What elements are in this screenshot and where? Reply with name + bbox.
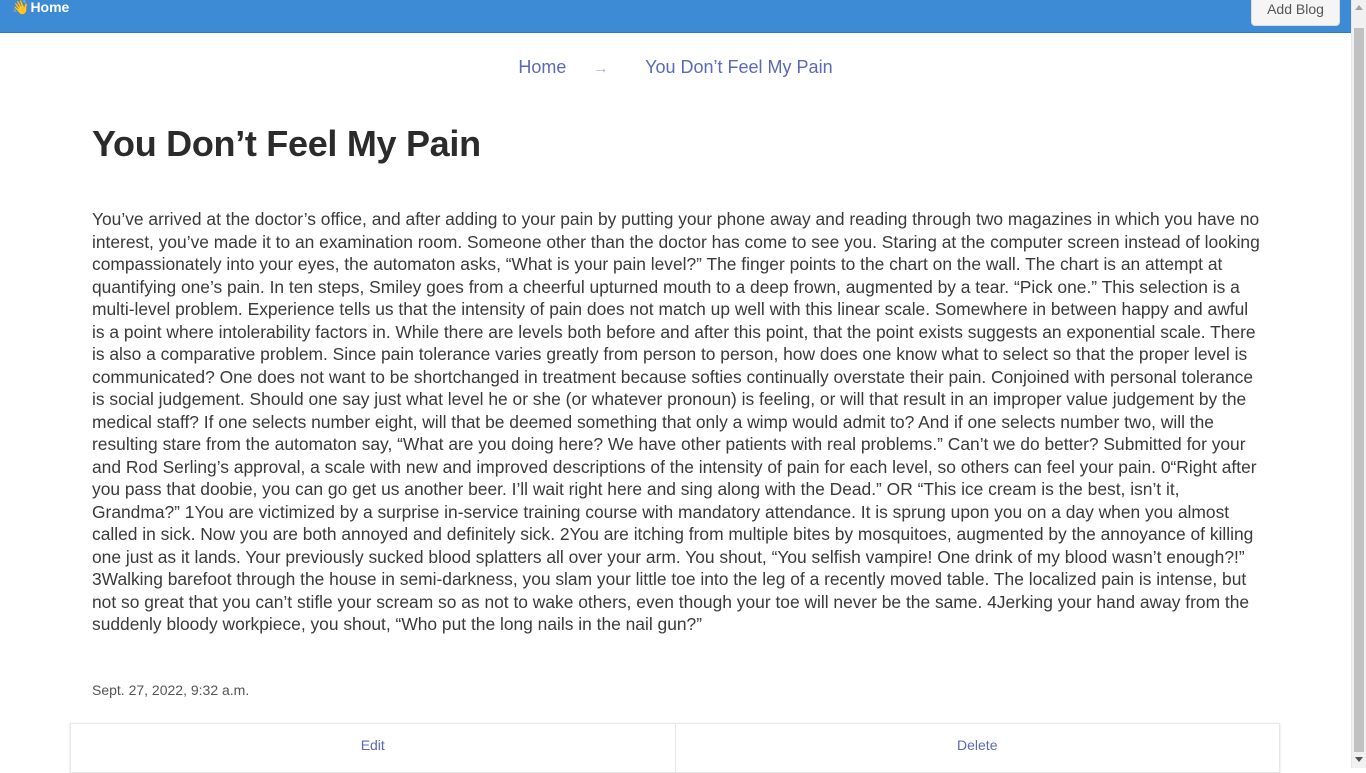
breadcrumb-home-link[interactable]: Home bbox=[518, 57, 566, 77]
waving-hand-icon: 👋 bbox=[12, 0, 30, 15]
post-body: You’ve arrived at the doctor’s office, a… bbox=[92, 209, 1260, 634]
breadcrumb-current-link[interactable]: You Don’t Feel My Pain bbox=[645, 57, 832, 77]
vertical-scrollbar[interactable] bbox=[1351, 0, 1366, 768]
post-date: Sept. 27, 2022, 9:32 a.m. bbox=[92, 682, 250, 698]
arrow-right-icon: → bbox=[593, 60, 609, 77]
top-navbar: 👋 Home Add Blog bbox=[0, 0, 1351, 33]
delete-button[interactable]: Delete bbox=[674, 724, 1280, 772]
scroll-down-arrow-icon[interactable] bbox=[1355, 757, 1363, 762]
post-title: You Don’t Feel My Pain bbox=[92, 123, 481, 164]
add-blog-button[interactable]: Add Blog bbox=[1251, 0, 1340, 26]
home-link[interactable]: 👋 Home bbox=[12, 0, 69, 16]
scrollbar-thumb[interactable] bbox=[1354, 28, 1364, 752]
breadcrumb: Home → You Don’t Feel My Pain bbox=[0, 57, 1351, 78]
post-actions: Edit Delete bbox=[70, 723, 1280, 773]
edit-button[interactable]: Edit bbox=[71, 724, 675, 772]
home-link-label: Home bbox=[30, 0, 70, 15]
scroll-up-arrow-icon[interactable] bbox=[1355, 5, 1363, 10]
